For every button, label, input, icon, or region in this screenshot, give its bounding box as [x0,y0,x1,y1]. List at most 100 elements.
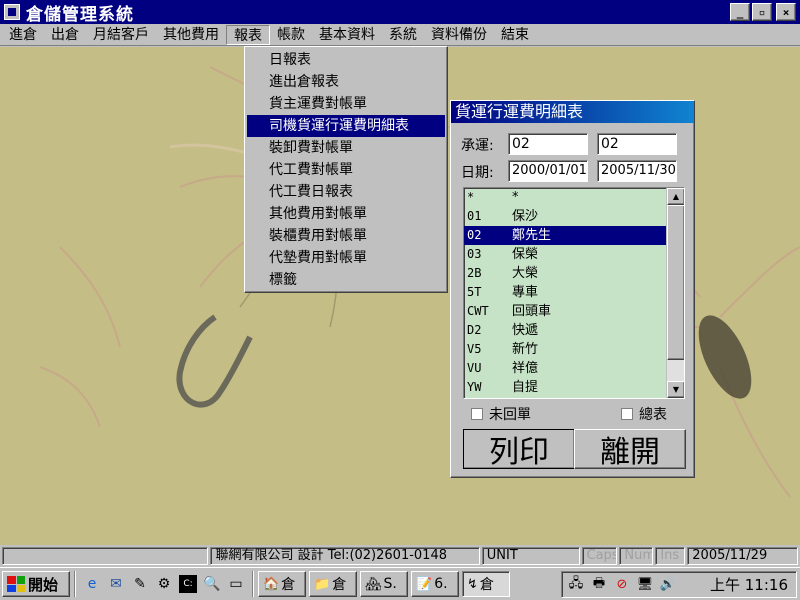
list-item[interactable]: 03 保榮 [464,245,684,264]
list-item-code: YW [467,380,482,394]
menu-stock-in[interactable]: 進倉 [2,25,44,45]
explorer-icon[interactable]: 🔍 [203,575,221,593]
status-blank [2,547,209,565]
system-tray: 🖧 🖶 ⊘ 🖥 🔊 上午 11:16 [561,571,797,598]
list-item-name: 專車 [512,285,539,300]
taskbar: 開始 e ✉ ✎ ⚙ C: 🔍 ▭ 🏠 倉 📁 倉 🏘 S. 📝 6. ↯ 倉 🖧 🖶 ⊘… [0,567,800,600]
task-label: 6. [434,576,448,592]
start-button[interactable]: 開始 [2,571,70,597]
menu-backup[interactable]: 資料備份 [424,25,494,45]
menu-processing-daily[interactable]: 代工費日報表 [247,181,445,203]
status-ins: Ins [655,547,686,565]
menu-stock-out[interactable]: 出倉 [44,25,86,45]
internet-explorer-icon[interactable]: e [83,575,101,593]
summary-checkbox-row[interactable]: 總表 [621,404,667,424]
list-item[interactable]: * * [464,188,684,207]
date-to-field[interactable]: 2005/11/30 [597,160,677,182]
list-item-name: 快遞 [512,323,539,338]
task-button[interactable]: 📁 倉 [309,571,357,597]
list-item-code: * [467,190,475,204]
list-item[interactable]: 2B 大榮 [464,264,684,283]
list-item-name: 新竹 [512,342,539,357]
list-item-code: 2B [467,266,482,280]
network-icon[interactable]: 🖧 [566,576,586,594]
title-bar[interactable]: 倉儲管理系統 _ ▫ × [0,0,800,25]
exit-button[interactable]: 離開 [574,429,686,470]
command-prompt-icon[interactable]: C: [179,575,197,593]
task-button[interactable]: 📝 6. [411,571,459,597]
carrier-from-field[interactable]: 02 [508,133,588,155]
list-item[interactable]: CWT 回頭車 [464,302,684,321]
antivirus-icon[interactable]: ⊘ [612,576,632,594]
list-item-name: 鄭先生 [512,228,552,243]
close-button[interactable]: × [776,3,796,21]
unreturned-checkbox[interactable] [471,408,483,420]
printer-icon[interactable]: 🖶 [589,576,609,594]
summary-label: 總表 [639,407,667,423]
list-item[interactable]: 5T 專車 [464,283,684,302]
status-bar: 聯網有限公司 設計 Tel:(02)2601-0148 UNIT Caps Nu… [0,545,800,567]
status-num: Num [619,547,654,565]
app-icon [4,4,20,20]
menu-container-statement[interactable]: 裝櫃費用對帳單 [247,225,445,247]
menu-owner-freight-statement[interactable]: 貨主運費對帳單 [247,93,445,115]
list-item[interactable]: YW 自提 [464,378,684,397]
monitor-icon[interactable]: 🖥 [635,576,655,594]
menu-handling-statement[interactable]: 裝卸費對帳單 [247,137,445,159]
menu-reports[interactable]: 報表 [226,24,270,45]
menu-driver-freight-detail[interactable]: 司機貨運行運費明細表 [247,115,445,137]
folder-icon: 📁 [314,576,331,592]
menu-inout-report[interactable]: 進出倉報表 [247,71,445,93]
scroll-down-icon[interactable]: ▼ [667,381,684,398]
task-label: 倉 [281,577,296,593]
dialog-title[interactable]: 貨運行運費明細表 [451,101,694,123]
menu-system[interactable]: 系統 [382,25,424,45]
task-button[interactable]: 🏘 S. [360,571,408,597]
menu-other-fees[interactable]: 其他費用 [156,25,226,45]
menu-processing-statement[interactable]: 代工費對帳單 [247,159,445,181]
menu-bar: 進倉 出倉 月結客戶 其他費用 報表 帳款 基本資料 系統 資料備份 結束 [0,24,800,46]
list-item-code: 02 [467,228,482,242]
list-item[interactable]: VU 祥億 [464,359,684,378]
scroll-up-icon[interactable]: ▲ [667,188,684,205]
menu-other-fee-statement[interactable]: 其他費用對帳單 [247,203,445,225]
carrier-to-field[interactable]: 02 [597,133,677,155]
list-item-name: 回頭車 [512,304,552,319]
show-desktop-icon[interactable]: ▭ [227,575,245,593]
menu-exit[interactable]: 結束 [494,25,536,45]
scroll-thumb[interactable] [667,205,684,360]
list-item[interactable]: 01 保沙 [464,207,684,226]
list-item[interactable]: D2 快遞 [464,321,684,340]
settings-icon[interactable]: ⚙ [155,575,173,593]
notepad-icon[interactable]: ✎ [131,575,149,593]
menu-monthly-customers[interactable]: 月結客戶 [86,25,156,45]
menu-daily-report[interactable]: 日報表 [247,49,445,71]
menu-accounts[interactable]: 帳款 [270,25,312,45]
menu-labels[interactable]: 標籤 [247,269,445,291]
menu-advance-statement[interactable]: 代墊費用對帳單 [247,247,445,269]
task-button[interactable]: 🏠 倉 [258,571,306,597]
date-from-field[interactable]: 2000/01/01 [508,160,588,182]
list-item[interactable]: V5 新竹 [464,340,684,359]
status-company: 聯網有限公司 設計 Tel:(02)2601-0148 [210,547,480,565]
menu-basic-data[interactable]: 基本資料 [312,25,382,45]
minimize-button[interactable]: _ [730,3,750,21]
list-item-selected[interactable]: 02 鄭先生 [464,226,684,245]
carrier-label: 承運: [461,138,494,154]
unreturned-checkbox-row[interactable]: 未回單 [471,404,531,424]
task-app-icon: 📝 [416,576,433,592]
carrier-list[interactable]: * * 01 保沙 02 鄭先生 03 保榮 2B 大榮 5T 專車 CWT 回頭車 D2 快遞… [463,187,685,399]
summary-checkbox[interactable] [621,408,633,420]
clock[interactable]: 上午 11:16 [710,574,788,595]
list-item-name: 保榮 [512,247,539,262]
task-button-active[interactable]: ↯ 倉 [462,571,510,597]
task-app-icon: ↯ [467,576,478,592]
volume-icon[interactable]: 🔊 [658,576,678,594]
status-date: 2005/11/29 [687,547,798,565]
reports-dropdown-menu: 日報表 進出倉報表 貨主運費對帳單 司機貨運行運費明細表 裝卸費對帳單 代工費對… [244,46,448,293]
print-button[interactable]: 列印 [463,429,575,470]
outlook-icon[interactable]: ✉ [107,575,125,593]
restore-button[interactable]: ▫ [752,3,772,21]
list-scrollbar[interactable]: ▲ ▼ [666,188,684,398]
list-item-code: 03 [467,247,482,261]
